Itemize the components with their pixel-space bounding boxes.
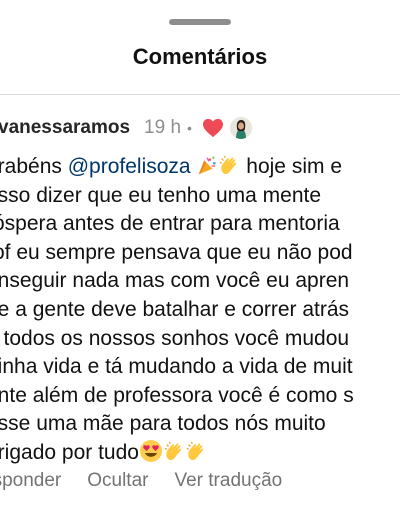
- see-translation-button[interactable]: Ver tradução: [174, 470, 282, 492]
- comment-line: brigado por tudo: [0, 439, 400, 468]
- separator-dot: •: [187, 120, 192, 136]
- comment-actions: esponder Ocultar Ver tradução: [0, 470, 308, 492]
- comment-line: e todos os nossos sonhos você mudou: [0, 326, 350, 350]
- clapping-hands-icon: [185, 441, 207, 472]
- reply-button[interactable]: esponder: [0, 470, 61, 492]
- heart-eyes-icon: [139, 439, 163, 472]
- comment-line: ninha vida e tá mudando a vida de muit: [0, 355, 353, 379]
- comment-line: onseguir nada mas com você eu apren: [0, 269, 350, 293]
- comment-line: arabéns @profelisoza hoje sim e: [0, 153, 400, 182]
- comment-text-fragment: arabéns: [0, 155, 62, 178]
- comments-title: Comentários: [132, 44, 268, 69]
- clapping-hands-icon: [163, 441, 185, 472]
- comment-line: ente além de professora você é como s: [0, 383, 354, 407]
- comment-line: ue a gente deve batalhar e correr atrás: [0, 297, 350, 321]
- mention-link[interactable]: @profelisoza: [68, 155, 191, 178]
- comment-text-fragment: brigado por tudo: [0, 440, 139, 464]
- comment-header: vanessaramos 19 h •: [0, 116, 252, 140]
- comment-line: osso dizer que eu tenho uma mente: [0, 183, 322, 207]
- sheet-grabber-handle[interactable]: [169, 19, 231, 25]
- author-liked-heart-icon: [202, 118, 224, 138]
- author-avatar: [229, 117, 252, 139]
- comment-line: róspera antes de entrar para mentoria: [0, 212, 340, 236]
- comment-text: arabéns @profelisoza hoje sim e osso diz…: [0, 153, 400, 468]
- header-divider: [0, 94, 400, 95]
- comment-line: rof eu sempre pensava que eu não pod: [0, 240, 353, 264]
- comment-line: osse uma mãe para todos nós muito: [0, 412, 326, 436]
- comment-time: 19 h: [144, 117, 182, 138]
- comment-text-fragment: hoje sim e: [240, 155, 342, 178]
- comment-username[interactable]: vanessaramos: [0, 117, 130, 139]
- hide-button[interactable]: Ocultar: [87, 470, 148, 492]
